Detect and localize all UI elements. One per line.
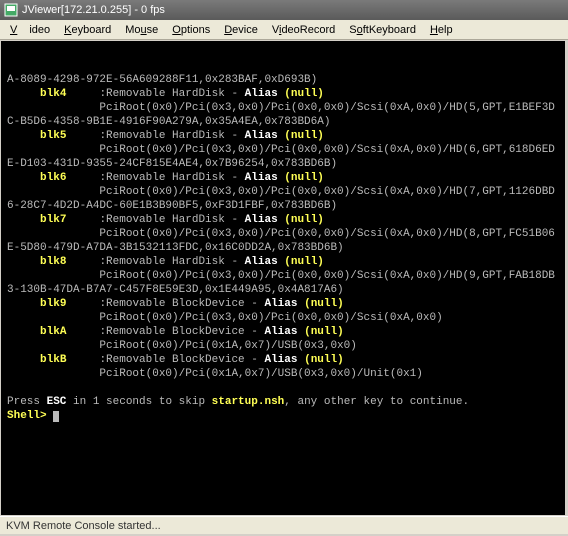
menu-help[interactable]: Help	[424, 23, 459, 37]
menu-videorecord[interactable]: VideoRecord	[266, 23, 341, 37]
console-output[interactable]: A-8089-4298-972E-56A609288F11,0x283BAF,0…	[1, 41, 565, 515]
status-text: KVM Remote Console started...	[6, 520, 161, 532]
menu-bar: Video Keyboard Mouse Options Device Vide…	[0, 20, 568, 40]
status-bar: KVM Remote Console started...	[0, 516, 568, 534]
menu-keyboard[interactable]: Keyboard	[58, 23, 117, 37]
app-icon	[4, 3, 18, 17]
menu-video[interactable]: Video	[4, 23, 56, 37]
menu-device[interactable]: Device	[218, 23, 264, 37]
menu-options[interactable]: Options	[166, 23, 216, 37]
menu-softkeyboard[interactable]: SoftKeyboard	[343, 23, 422, 37]
menu-mouse[interactable]: Mouse	[119, 23, 164, 37]
window-title: JViewer[172.21.0.255] - 0 fps	[22, 4, 165, 16]
title-bar: JViewer[172.21.0.255] - 0 fps	[0, 0, 568, 20]
